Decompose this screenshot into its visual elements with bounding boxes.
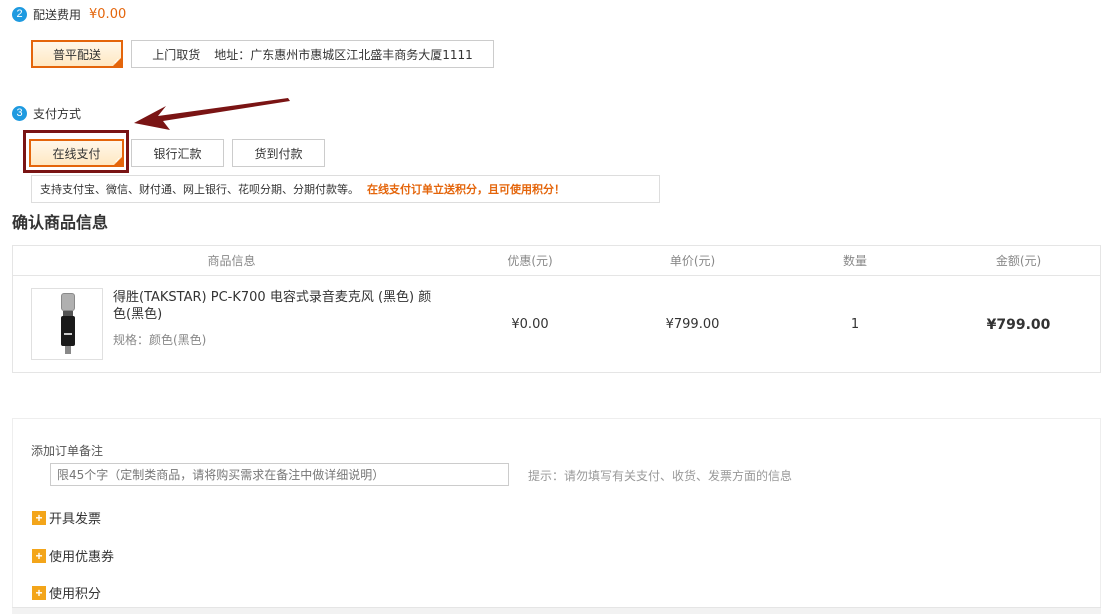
product-quantity: 1 <box>850 317 860 332</box>
plus-icon: + <box>32 548 46 563</box>
payment-option-online[interactable]: 在线支付 ✓ <box>29 139 124 167</box>
invoice-expander[interactable]: + 开具发票 <box>32 508 101 527</box>
check-icon: ✓ <box>113 57 120 66</box>
check-icon: ✓ <box>114 156 121 165</box>
payment-hint-text: 支持支付宝、微信、财付通、网上银行、花呗分期、分期付款等。 <box>40 183 359 196</box>
header-amount: 金额(元) <box>995 254 1042 268</box>
header-quantity: 数量 <box>842 254 867 268</box>
payment-option-cod[interactable]: 货到付款 <box>232 139 325 167</box>
order-extras-panel: 添加订单备注 提示：请勿填写有关支付、收货、发票方面的信息 + 开具发票 + 使… <box>12 418 1101 614</box>
product-image[interactable] <box>31 288 103 360</box>
expander-label: 使用积分 <box>49 587 102 602</box>
expander-label: 使用优惠券 <box>49 550 115 565</box>
product-unit-price: ¥799.00 <box>665 317 720 332</box>
shipping-option-label: 普平配送 <box>52 47 101 62</box>
microphone-icon <box>61 293 75 354</box>
shipping-step-header: 2 配送费用 ¥0.00 <box>12 4 126 24</box>
shipping-fee: ¥0.00 <box>89 6 127 22</box>
payment-hint: 支持支付宝、微信、财付通、网上银行、花呗分期、分期付款等。 在线支付订单立送积分… <box>31 175 660 203</box>
payment-option-label: 银行汇款 <box>153 146 202 161</box>
payment-option-label: 在线支付 <box>52 146 101 161</box>
product-amount: ¥799.00 <box>986 316 1051 333</box>
shipping-title: 配送费用 <box>33 7 82 22</box>
remark-input[interactable] <box>50 463 509 486</box>
payment-option-label: 货到付款 <box>254 146 303 161</box>
points-expander[interactable]: + 使用积分 <box>32 583 101 602</box>
expander-label: 开具发票 <box>49 512 102 527</box>
payment-hint-highlight: 在线支付订单立送积分，且可使用积分！ <box>367 183 565 196</box>
product-name[interactable]: 得胜(TAKSTAR) PC-K700 电容式录音麦克风 (黑色) 颜色(黑色) <box>113 289 443 323</box>
step-number-badge: 2 <box>12 6 27 22</box>
shipping-option-label: 上门取货 <box>152 47 201 62</box>
payment-option-bank[interactable]: 银行汇款 <box>131 139 224 167</box>
payment-step-header: 3 支付方式 <box>12 103 81 123</box>
coupon-expander[interactable]: + 使用优惠券 <box>32 546 114 565</box>
product-spec: 规格：颜色(黑色) <box>113 333 207 347</box>
remark-label: 添加订单备注 <box>31 444 104 458</box>
confirm-title: 确认商品信息 <box>12 213 109 232</box>
product-table: 商品信息 优惠(元) 单价(元) 数量 金额(元) 得胜(TAKSTAR) PC… <box>12 245 1101 373</box>
product-discount: ¥0.00 <box>511 317 549 332</box>
plus-icon: + <box>32 585 46 600</box>
payment-title: 支付方式 <box>33 106 82 121</box>
header-discount: 优惠(元) <box>507 254 553 268</box>
step-number-badge: 3 <box>12 105 27 121</box>
shipping-option-standard[interactable]: 普平配送 ✓ <box>31 40 123 68</box>
pickup-address: 地址：广东惠州市惠城区江北盛丰商务大厦1111 <box>214 47 473 62</box>
header-unit-price: 单价(元) <box>669 254 716 268</box>
annotation-arrow-icon <box>134 98 290 130</box>
remark-tip: 提示：请勿填写有关支付、收货、发票方面的信息 <box>528 469 793 483</box>
plus-icon: + <box>32 510 46 525</box>
header-product-info: 商品信息 <box>207 254 256 268</box>
table-header: 商品信息 优惠(元) 单价(元) 数量 金额(元) <box>13 246 1100 276</box>
bottom-divider <box>12 607 1101 614</box>
shipping-option-pickup[interactable]: 上门取货 地址：广东惠州市惠城区江北盛丰商务大厦1111 <box>131 40 494 68</box>
